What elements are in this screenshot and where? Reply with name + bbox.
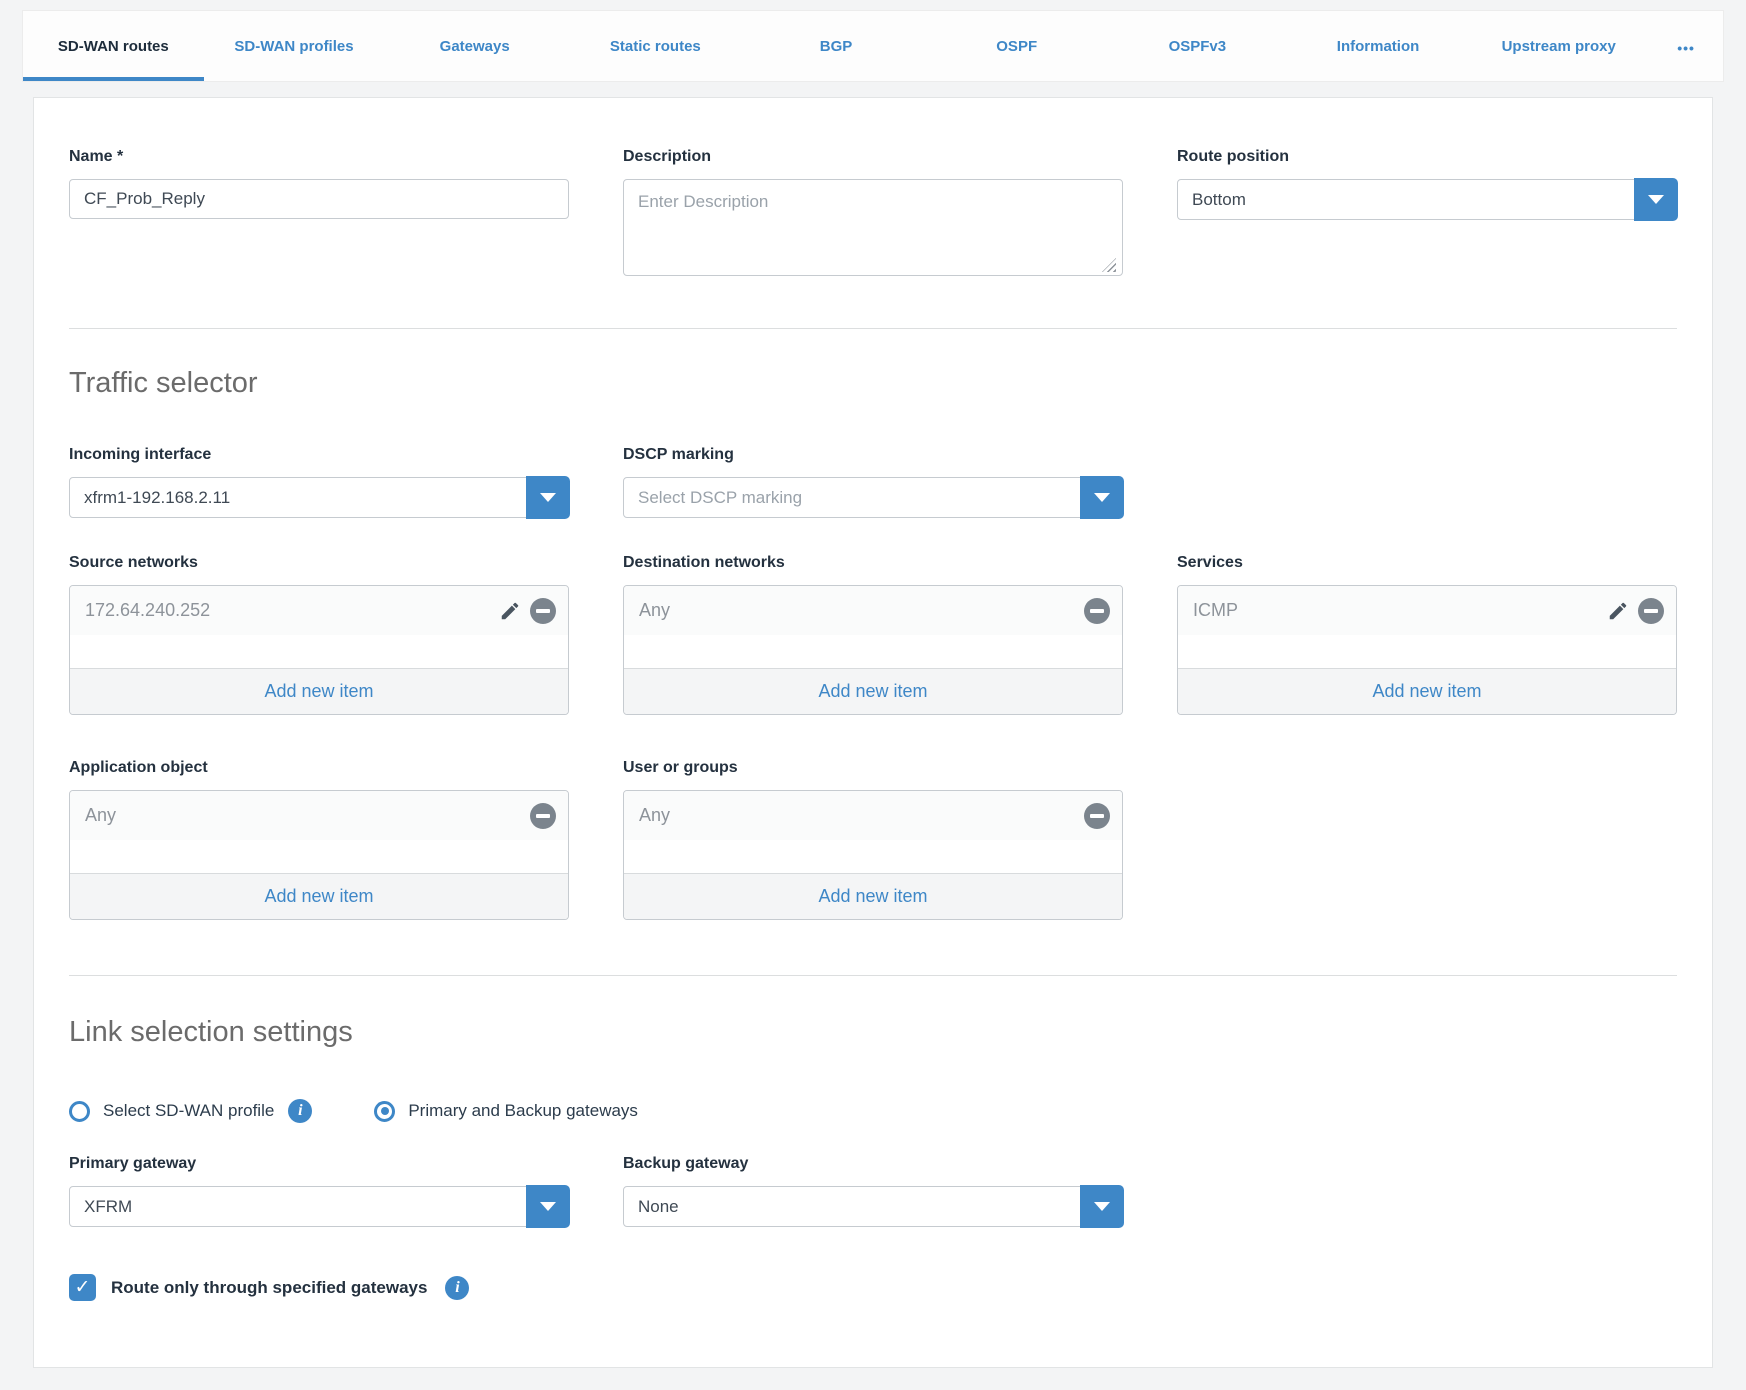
listbox-empty-area [70, 635, 568, 668]
route-position-label: Route position [1177, 148, 1677, 166]
destination-networks-label: Destination networks [623, 554, 1123, 572]
remove-icon[interactable] [530, 598, 556, 624]
primary-gateway-value: XFRM [70, 1187, 568, 1226]
route-position-dropdown[interactable]: Bottom [1177, 179, 1677, 220]
incoming-interface-dropdown[interactable]: xfrm1-192.168.2.11 [69, 477, 569, 518]
remove-icon[interactable] [1084, 598, 1110, 624]
add-new-item-button[interactable]: Add new item [70, 873, 568, 919]
chevron-down-icon[interactable] [526, 476, 570, 519]
backup-gateway-value: None [624, 1187, 1122, 1226]
chevron-down-icon[interactable] [526, 1185, 570, 1228]
add-new-item-button[interactable]: Add new item [624, 668, 1122, 714]
tab-ospf[interactable]: OSPF [926, 11, 1107, 81]
listbox-empty-area [624, 840, 1122, 873]
edit-icon[interactable] [499, 600, 521, 622]
link-selection-heading: Link selection settings [69, 1016, 1677, 1049]
route-only-checkbox[interactable]: ✓ [69, 1274, 96, 1301]
radio-label: Primary and Backup gateways [408, 1101, 638, 1121]
tab-ospfv3[interactable]: OSPFv3 [1107, 11, 1288, 81]
services-label: Services [1177, 554, 1677, 572]
application-object-box: Any Add new item [69, 790, 569, 920]
user-groups-box: Any Add new item [623, 790, 1123, 920]
list-item-label: 172.64.240.252 [85, 600, 499, 621]
source-networks-label: Source networks [69, 554, 569, 572]
user-groups-label: User or groups [623, 759, 1123, 777]
list-item-label: Any [639, 600, 1084, 621]
list-item: Any [624, 791, 1122, 840]
list-item-label: ICMP [1193, 600, 1607, 621]
section-divider [69, 328, 1677, 329]
listbox-empty-area [70, 840, 568, 873]
description-label: Description [623, 148, 1123, 166]
tab-upstream-proxy[interactable]: Upstream proxy [1468, 11, 1649, 81]
route-position-value: Bottom [1178, 180, 1676, 219]
tab-bar: SD-WAN routes SD-WAN profiles Gateways S… [22, 10, 1724, 82]
radio-select-sdwan-profile[interactable]: Select SD-WAN profile i [69, 1099, 312, 1123]
more-tabs-icon[interactable]: ••• [1649, 11, 1723, 81]
section-divider [69, 975, 1677, 976]
list-item-label: Any [639, 805, 1084, 826]
dscp-marking-dropdown[interactable]: Select DSCP marking [623, 477, 1123, 518]
radio-unselected-icon[interactable] [69, 1101, 90, 1122]
remove-icon[interactable] [1638, 598, 1664, 624]
content-card: Name * Description Route position Bottom… [33, 97, 1713, 1368]
tab-bgp[interactable]: BGP [746, 11, 927, 81]
add-new-item-button[interactable]: Add new item [70, 668, 568, 714]
incoming-interface-label: Incoming interface [69, 446, 569, 464]
add-new-item-button[interactable]: Add new item [624, 873, 1122, 919]
listbox-empty-area [624, 635, 1122, 668]
list-item: 172.64.240.252 [70, 586, 568, 635]
list-item: Any [624, 586, 1122, 635]
edit-icon[interactable] [1607, 600, 1629, 622]
route-only-checkbox-label: Route only through specified gateways [111, 1278, 427, 1298]
radio-selected-icon[interactable] [374, 1101, 395, 1122]
list-item-label: Any [85, 805, 530, 826]
add-new-item-button[interactable]: Add new item [1178, 668, 1676, 714]
radio-label: Select SD-WAN profile [103, 1101, 274, 1121]
info-icon[interactable]: i [288, 1099, 312, 1123]
application-object-label: Application object [69, 759, 569, 777]
tab-information[interactable]: Information [1288, 11, 1469, 81]
traffic-selector-heading: Traffic selector [69, 367, 1677, 400]
listbox-empty-area [1178, 635, 1676, 668]
tab-sdwan-profiles[interactable]: SD-WAN profiles [204, 11, 385, 81]
destination-networks-box: Any Add new item [623, 585, 1123, 715]
services-box: ICMP Add new item [1177, 585, 1677, 715]
primary-gateway-dropdown[interactable]: XFRM [69, 1186, 569, 1227]
name-input[interactable] [69, 179, 569, 219]
primary-gateway-label: Primary gateway [69, 1155, 569, 1173]
info-icon[interactable]: i [445, 1276, 469, 1300]
radio-primary-backup-gateways[interactable]: Primary and Backup gateways [374, 1101, 638, 1122]
tab-gateways[interactable]: Gateways [384, 11, 565, 81]
description-textarea[interactable] [623, 179, 1123, 276]
list-item: Any [70, 791, 568, 840]
chevron-down-icon[interactable] [1080, 1185, 1124, 1228]
tab-static-routes[interactable]: Static routes [565, 11, 746, 81]
source-networks-box: 172.64.240.252 Add new item [69, 585, 569, 715]
chevron-down-icon[interactable] [1080, 476, 1124, 519]
incoming-interface-value: xfrm1-192.168.2.11 [70, 478, 568, 517]
tab-sdwan-routes[interactable]: SD-WAN routes [23, 11, 204, 81]
remove-icon[interactable] [1084, 803, 1110, 829]
backup-gateway-dropdown[interactable]: None [623, 1186, 1123, 1227]
remove-icon[interactable] [530, 803, 556, 829]
backup-gateway-label: Backup gateway [623, 1155, 1123, 1173]
chevron-down-icon[interactable] [1634, 178, 1678, 221]
list-item: ICMP [1178, 586, 1676, 635]
dscp-marking-placeholder: Select DSCP marking [624, 478, 1122, 517]
name-label: Name * [69, 148, 569, 166]
dscp-marking-label: DSCP marking [623, 446, 1123, 464]
